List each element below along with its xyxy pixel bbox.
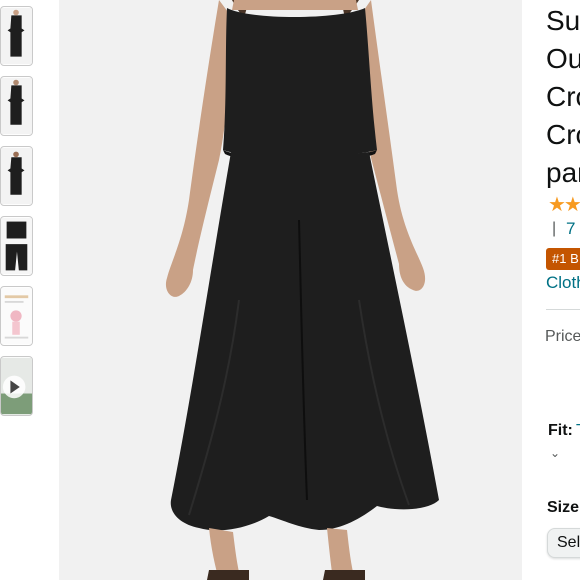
size-select[interactable]: Sel <box>547 528 580 558</box>
product-title-line-4: Cro <box>546 119 580 150</box>
product-info-panel: Su Ou Cro Cro par ★★ | 7 #1 B Cloth Pric… <box>522 0 580 580</box>
product-title-line-2: Ou <box>546 43 580 74</box>
thumbnail-5[interactable] <box>0 286 33 346</box>
price-label: Price <box>545 328 580 345</box>
thumbnail-strip <box>0 0 40 580</box>
thumbnail-3[interactable] <box>0 146 33 206</box>
star-rating-icon[interactable]: ★★ <box>548 192 580 217</box>
main-product-image[interactable] <box>59 0 522 580</box>
rating-count-link[interactable]: 7 <box>566 219 575 239</box>
section-divider <box>546 309 580 310</box>
category-link[interactable]: Cloth <box>546 273 580 293</box>
fit-label: Fit: <box>548 422 573 439</box>
product-title-line-5: par <box>546 157 580 188</box>
product-title-line-3: Cro <box>546 81 580 112</box>
product-title-line-1: Su <box>546 5 580 36</box>
best-seller-badge[interactable]: #1 B <box>546 248 580 270</box>
thumbnail-2[interactable] <box>0 76 33 136</box>
thumbnail-6-video[interactable] <box>0 356 33 416</box>
chevron-down-icon[interactable]: ⌄ <box>550 446 560 460</box>
rating-separator: | <box>552 220 557 237</box>
fit-value-link[interactable]: T <box>576 422 580 440</box>
thumbnail-1[interactable] <box>0 6 33 66</box>
thumbnail-4[interactable] <box>0 216 33 276</box>
size-label: Size <box>547 499 580 516</box>
